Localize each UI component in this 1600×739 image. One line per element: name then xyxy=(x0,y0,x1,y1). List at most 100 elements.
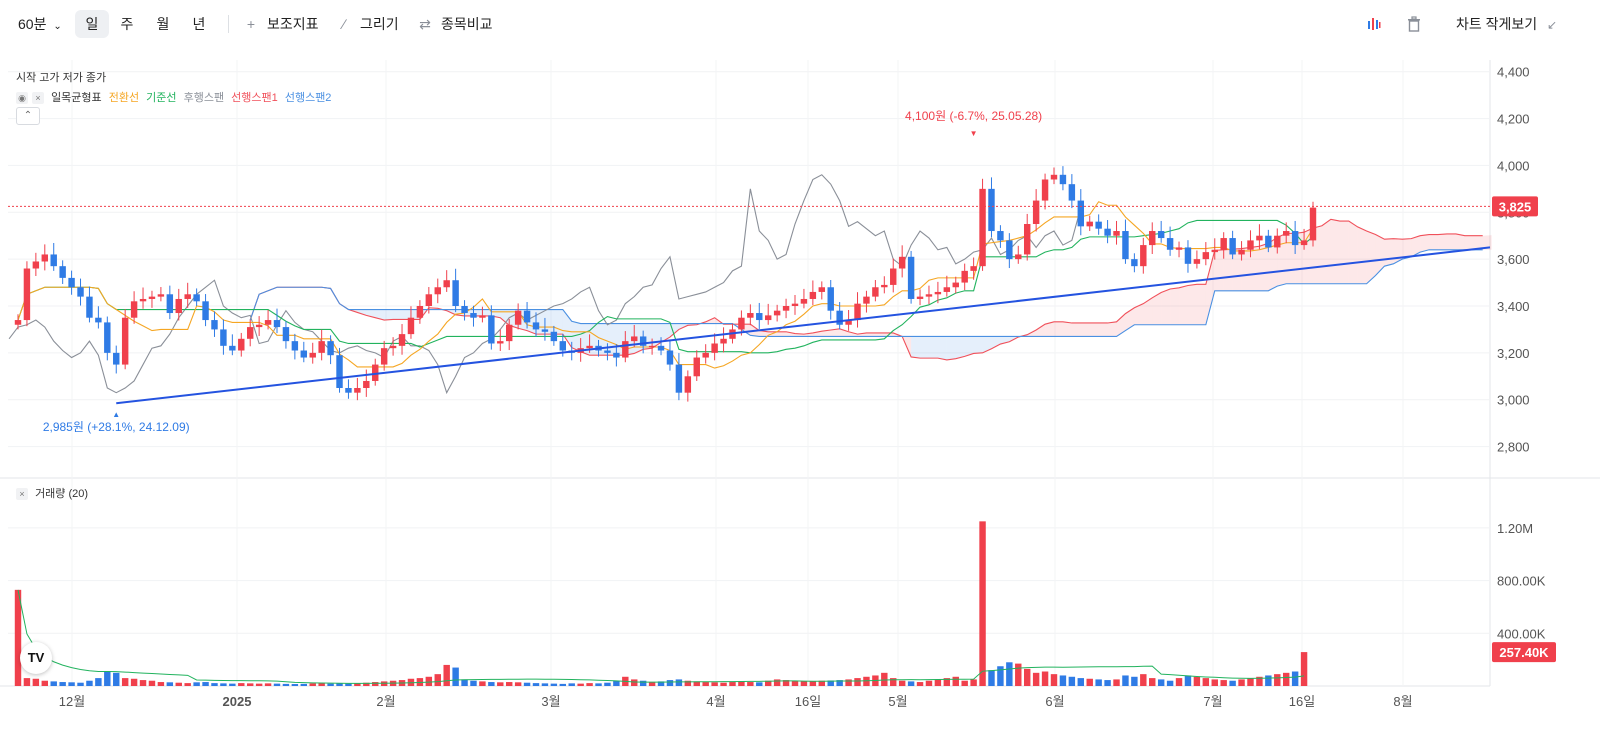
volume-bar xyxy=(666,680,674,686)
volume-bar xyxy=(1149,678,1156,686)
cloud-segment xyxy=(1161,289,1171,325)
candle-body xyxy=(1059,174,1067,185)
volume-bar xyxy=(497,682,504,686)
low-annotation: 2,985원 (+28.1%, 24.12.09) xyxy=(43,420,190,434)
volume-bar xyxy=(425,676,433,686)
close-icon[interactable]: × xyxy=(16,488,28,501)
candle-body xyxy=(229,345,236,351)
volume-bar xyxy=(925,680,933,686)
volume-bar xyxy=(1041,671,1049,686)
volume-bar xyxy=(50,681,57,686)
volume-bar xyxy=(639,680,647,686)
volume-bar xyxy=(1077,678,1085,686)
volume-bar xyxy=(59,682,66,686)
volume-bar xyxy=(559,683,567,686)
close-icon[interactable]: × xyxy=(32,92,44,105)
candle-body xyxy=(398,334,406,346)
legend-leading-span-1: 선행스팬1 xyxy=(231,92,278,104)
candle-body xyxy=(389,345,397,349)
volume-bar xyxy=(264,683,272,686)
cloud-segment xyxy=(1232,248,1242,291)
candle-body xyxy=(925,294,933,297)
volume-bar xyxy=(193,682,200,686)
candle-body xyxy=(1006,240,1013,260)
time-tick-label: 2025 xyxy=(223,694,252,709)
volume-bar xyxy=(345,683,352,686)
volume-bar xyxy=(738,681,745,686)
cloud-segment xyxy=(1357,226,1367,284)
candle-body xyxy=(720,338,727,344)
candle-body xyxy=(514,310,522,325)
candle-body xyxy=(184,294,191,299)
candle-body xyxy=(684,376,692,393)
candle-body xyxy=(872,287,879,297)
trend-line[interactable] xyxy=(116,246,1491,405)
volume-bar xyxy=(68,682,75,686)
cloud-segment xyxy=(920,336,929,359)
legend-conversion-line: 전환선 xyxy=(108,92,140,104)
candle-body xyxy=(604,350,611,353)
candle-body xyxy=(1282,231,1290,236)
candle-body xyxy=(916,296,924,299)
volume-bar xyxy=(648,682,656,686)
tradingview-logo[interactable]: TV xyxy=(20,642,52,674)
candle-body xyxy=(32,261,40,269)
candle-body xyxy=(791,303,799,306)
volume-bar xyxy=(1059,675,1067,686)
volume-bar xyxy=(202,682,209,686)
volume-bar xyxy=(747,682,754,686)
cloud-segment xyxy=(1196,284,1206,325)
volume-series xyxy=(14,521,1308,686)
volume-bar xyxy=(952,676,959,686)
legend-collapse-button[interactable]: ⌃ xyxy=(16,107,40,125)
volume-bar xyxy=(255,683,263,686)
cloud-segment xyxy=(1089,322,1099,337)
volume-bar xyxy=(505,682,513,686)
volume-bar xyxy=(1131,676,1138,686)
price-chart[interactable]: 4,100원 (-6.7%, 25.05.28) ▼ ▲2,985원 (+28.1%… xyxy=(0,0,1600,739)
time-tick-label: 8월 xyxy=(1393,694,1412,709)
volume-bar xyxy=(845,679,852,686)
volume-bar xyxy=(514,682,522,686)
volume-bar xyxy=(916,682,924,686)
cloud-segment xyxy=(1179,285,1188,325)
volume-bar xyxy=(113,672,120,686)
volume-bar xyxy=(791,680,799,686)
volume-bar xyxy=(532,683,540,686)
cloud-segment xyxy=(1223,249,1233,291)
candle-body xyxy=(425,294,433,306)
candle-body xyxy=(238,338,245,351)
volume-bar xyxy=(1282,672,1290,686)
price-tick-label: 4,000 xyxy=(1497,158,1530,173)
cloud-segment xyxy=(1107,321,1117,337)
volume-bar xyxy=(711,682,718,686)
candle-body xyxy=(273,320,281,328)
candle-body xyxy=(264,320,272,325)
candle-body xyxy=(738,317,745,330)
candle-body xyxy=(711,343,718,353)
candle-body xyxy=(488,315,495,344)
candle-body xyxy=(95,317,102,323)
candle-body xyxy=(86,296,93,318)
volume-bar xyxy=(246,683,254,686)
candle-body xyxy=(1229,238,1236,255)
volume-bar xyxy=(157,682,165,686)
volume-legend-label: 거래량 (20) xyxy=(35,488,89,500)
candle-body xyxy=(631,336,638,342)
volume-bar xyxy=(541,683,549,686)
cloud-segment xyxy=(1321,219,1331,284)
candle-body xyxy=(166,294,174,314)
eye-icon[interactable]: ◉ xyxy=(16,92,28,105)
conversion-line xyxy=(17,201,1314,369)
volume-bar xyxy=(452,667,459,686)
price-axis: 4,4004,2004,0003,8003,6003,4003,2003,000… xyxy=(1492,65,1538,455)
candle-body xyxy=(1104,228,1111,236)
volume-bar xyxy=(898,680,906,686)
volume-bar xyxy=(32,678,40,686)
candle-body xyxy=(961,270,968,283)
volume-bar xyxy=(800,681,808,686)
volume-bar xyxy=(1006,662,1013,686)
trend-line-segment[interactable] xyxy=(116,246,1491,405)
cloud-segment xyxy=(1446,233,1456,250)
candle-body xyxy=(979,188,986,267)
